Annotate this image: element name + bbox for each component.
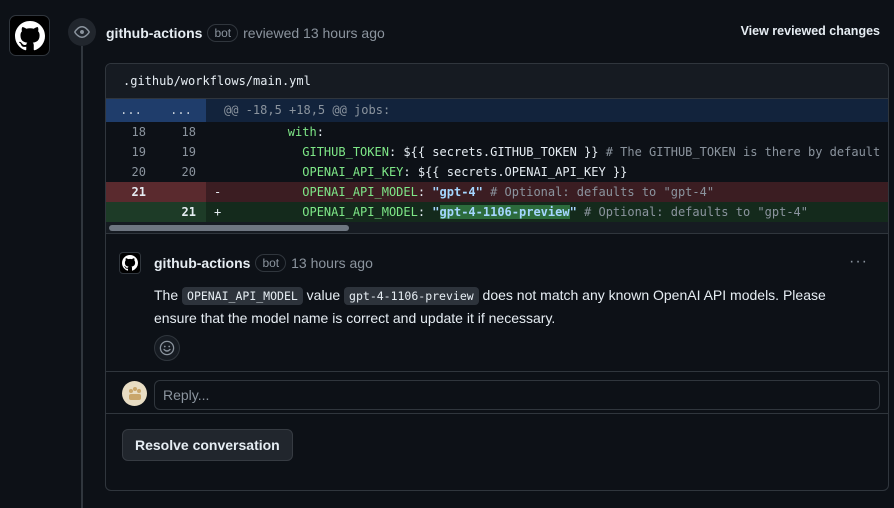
diff-row-added: 21 + OPENAI_API_MODEL: "gpt-4-1106-previ…: [106, 202, 888, 222]
new-line-number[interactable]: 18: [156, 122, 206, 142]
diff-code: OPENAI_API_KEY: ${{ secrets.OPENAI_API_K…: [302, 165, 628, 179]
inline-code: OPENAI_API_MODEL: [182, 287, 303, 305]
diff-sign: +: [214, 205, 222, 219]
bot-badge: bot: [207, 24, 239, 42]
resolve-area: Resolve conversation: [106, 414, 888, 484]
comment-timestamp[interactable]: 13 hours ago: [291, 255, 373, 271]
resolve-conversation-button[interactable]: Resolve conversation: [122, 429, 293, 461]
review-comment-card: .github/workflows/main.yml ... ... @@ -1…: [105, 63, 889, 491]
inline-code: gpt-4-1106-preview: [344, 287, 479, 305]
timeline-line: [81, 46, 83, 508]
new-line-number[interactable]: 21: [156, 202, 206, 222]
review-header: github-actions bot reviewed 13 hours ago: [106, 22, 385, 44]
comment-body: The OPENAI_API_MODEL value gpt-4-1106-pr…: [154, 287, 826, 326]
file-path-header: .github/workflows/main.yml: [106, 64, 888, 99]
diff-horizontal-scrollbar[interactable]: [106, 222, 888, 234]
review-action-text[interactable]: reviewed 13 hours ago: [243, 25, 385, 41]
old-line-number[interactable]: 20: [106, 162, 156, 182]
review-thread: github-actions bot reviewed 13 hours ago…: [0, 0, 894, 508]
smiley-icon: [159, 340, 175, 356]
old-line-number[interactable]: 18: [106, 122, 156, 142]
scrollbar-thumb[interactable]: [109, 225, 349, 231]
diff-row: 18 18 with:: [106, 122, 888, 142]
view-reviewed-changes-link[interactable]: View reviewed changes: [741, 24, 880, 38]
old-line-number[interactable]: 21: [106, 182, 156, 202]
diff-row-deleted: 21 - OPENAI_API_MODEL: "gpt-4" # Optiona…: [106, 182, 888, 202]
bot-badge: bot: [255, 254, 287, 272]
new-line-number[interactable]: 19: [156, 142, 206, 162]
github-actions-avatar[interactable]: [9, 15, 50, 56]
diff-sign: [206, 122, 226, 142]
reply-area: [106, 372, 888, 414]
diff-code: with:: [287, 125, 324, 139]
review-comment: github-actions bot 13 hours ago ··· The …: [106, 234, 888, 372]
old-line-number[interactable]: 19: [106, 142, 156, 162]
expand-down-button[interactable]: ...: [156, 99, 206, 122]
reviewed-badge: [68, 18, 96, 46]
diff-sign: -: [214, 185, 222, 199]
diff-sign: [206, 162, 226, 182]
comment-author-avatar[interactable]: [119, 252, 141, 274]
current-user-avatar[interactable]: [122, 381, 147, 406]
github-mark-icon: [122, 255, 138, 271]
new-line-number[interactable]: 20: [156, 162, 206, 182]
file-path[interactable]: .github/workflows/main.yml: [123, 74, 311, 88]
add-reaction-button[interactable]: [154, 335, 180, 361]
comment-header: github-actions bot 13 hours ago: [154, 254, 373, 272]
comment-author-link[interactable]: github-actions: [154, 255, 250, 271]
github-mark-icon: [14, 20, 45, 50]
diff-row: 20 20 OPENAI_API_KEY: ${{ secrets.OPENAI…: [106, 162, 888, 182]
eye-icon: [74, 26, 90, 38]
review-author-link[interactable]: github-actions: [106, 25, 202, 41]
old-line-number[interactable]: [106, 202, 156, 222]
diff-table: ... ... @@ -18,5 +18,5 @@ jobs: 18 18 wi…: [106, 99, 888, 234]
diff-row: 19 19 GITHUB_TOKEN: ${{ secrets.GITHUB_T…: [106, 142, 888, 162]
hunk-header: @@ -18,5 +18,5 @@ jobs:: [224, 103, 391, 117]
diff-code: OPENAI_API_MODEL: "gpt-4" # Optional: de…: [302, 185, 715, 199]
diff-sign: [206, 142, 226, 162]
new-line-number[interactable]: [156, 182, 206, 202]
diff-hunk-row: ... ... @@ -18,5 +18,5 @@ jobs:: [106, 99, 888, 122]
reply-input[interactable]: [154, 380, 880, 410]
user-avatar-icon: [128, 386, 141, 400]
diff-code: OPENAI_API_MODEL: "gpt-4-1106-preview" #…: [302, 205, 808, 219]
expand-up-button[interactable]: ...: [106, 99, 156, 122]
comment-more-options-button[interactable]: ···: [849, 253, 868, 271]
diff-code: GITHUB_TOKEN: ${{ secrets.GITHUB_TOKEN }…: [302, 145, 888, 159]
